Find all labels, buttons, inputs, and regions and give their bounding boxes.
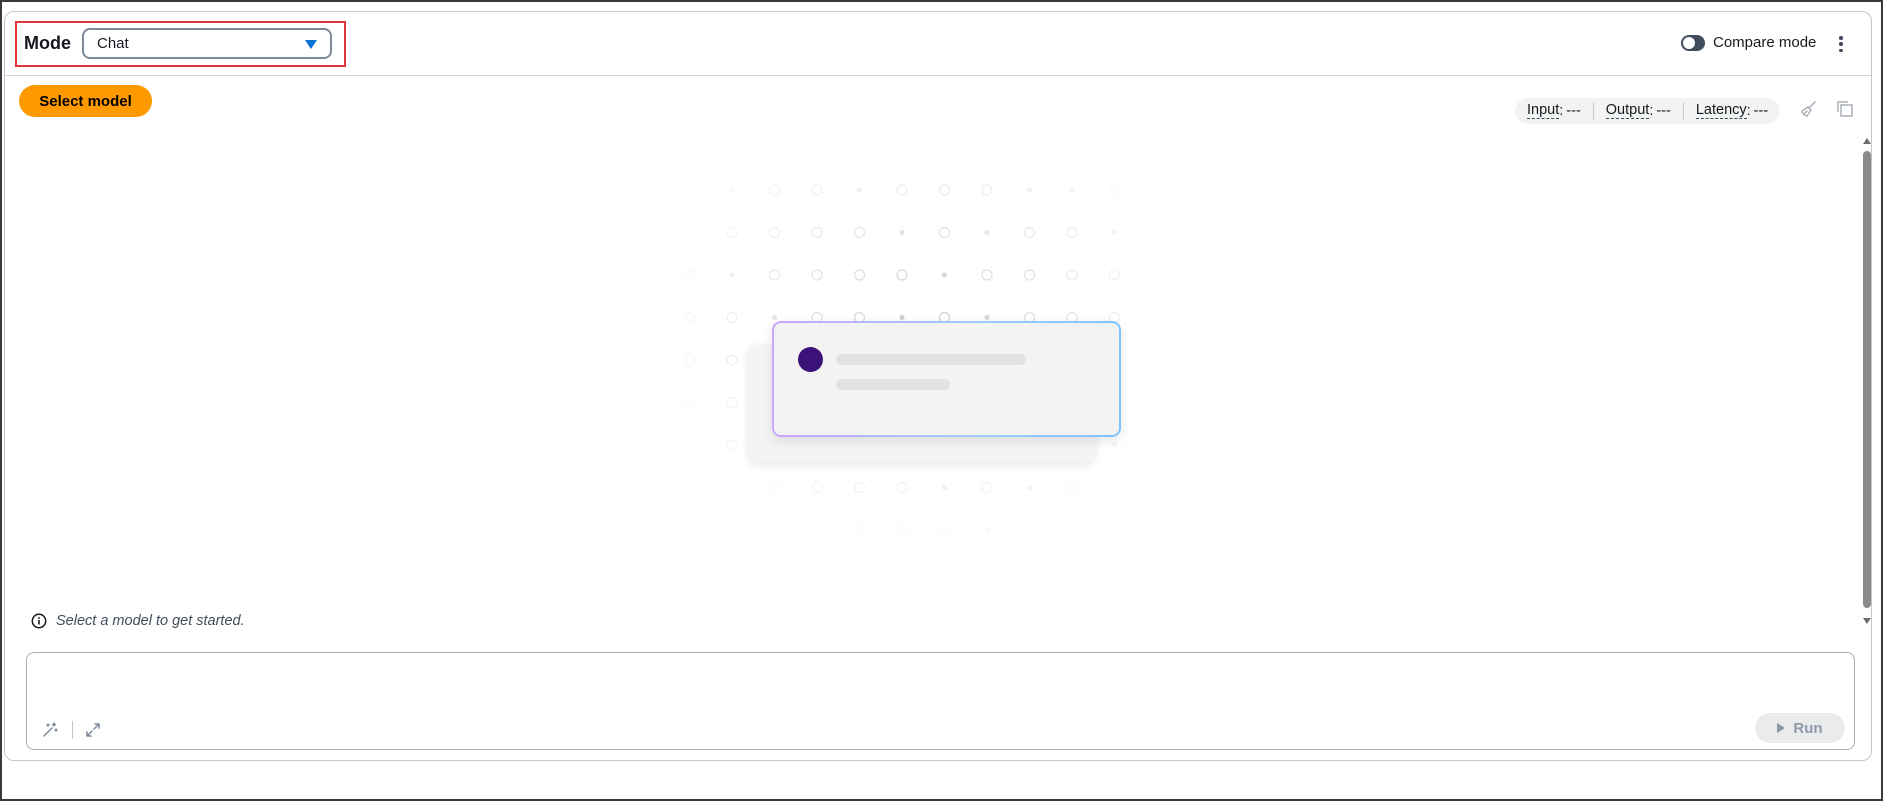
- copy-icon[interactable]: [1835, 99, 1855, 119]
- mode-select[interactable]: Chat: [82, 28, 332, 59]
- metric-latency-key[interactable]: Latency: [1695, 103, 1747, 119]
- grid-dot: [938, 184, 951, 196]
- scroll-thumb[interactable]: [1863, 151, 1871, 608]
- grid-dot: [726, 311, 738, 324]
- grid-dot: [896, 269, 908, 281]
- grid-dot: [856, 187, 863, 193]
- grid-dot: [768, 226, 781, 239]
- grid-dot: [1066, 269, 1078, 281]
- metrics-bar: Input: --- Output: --- Latency: ---: [1515, 98, 1781, 124]
- grid-dot: [853, 269, 866, 281]
- grid-dot: [729, 272, 735, 278]
- play-icon: [1777, 723, 1786, 733]
- empty-state-card-front: [772, 321, 1121, 437]
- prompt-box: Run: [26, 652, 1855, 750]
- grid-dot: [984, 527, 990, 533]
- prompt-input[interactable]: [37, 659, 1837, 707]
- grid-dot: [1026, 484, 1033, 491]
- grid-dot: [726, 226, 738, 239]
- scroll-up-icon[interactable]: [1863, 138, 1871, 144]
- mode-select-value: Chat: [97, 35, 129, 52]
- grid-dot: [984, 314, 990, 321]
- grid-dot: [1026, 187, 1033, 193]
- grid-dot: [981, 269, 993, 281]
- grid-dot: [1108, 269, 1121, 281]
- mode-label: Mode: [24, 33, 71, 53]
- grid-dot: [811, 226, 823, 239]
- info-message: Select a model to get started.: [31, 613, 245, 629]
- compare-mode-label: Compare mode: [1713, 34, 1817, 51]
- grid-dot: [811, 481, 823, 494]
- grid-dot: [938, 524, 951, 536]
- grid-dot: [1069, 187, 1075, 193]
- magic-wand-icon[interactable]: [41, 721, 59, 739]
- caret-down-icon: [305, 40, 317, 49]
- metric-output-value: ---: [1656, 103, 1671, 119]
- grid-dot: [1023, 269, 1036, 281]
- grid-dot: [1108, 184, 1121, 196]
- placeholder-line: [836, 354, 1026, 365]
- metric-output-key[interactable]: Output: [1605, 103, 1650, 119]
- grid-dot: [941, 272, 948, 278]
- metric-input: Input: ---: [1527, 102, 1581, 119]
- grid-dot: [768, 184, 781, 196]
- metric-output: Output: ---: [1592, 102, 1683, 120]
- grid-dot: [853, 481, 866, 494]
- grid-dot: [1066, 481, 1078, 494]
- grid-dot: [896, 184, 908, 196]
- grid-dot: [941, 484, 948, 491]
- select-model-button[interactable]: Select model: [19, 85, 152, 117]
- grid-dot: [771, 314, 778, 321]
- grid-dot: [683, 396, 696, 409]
- content-scrollbar[interactable]: [1860, 135, 1874, 635]
- toggle-switch-icon[interactable]: [1681, 34, 1705, 51]
- info-message-text: Select a model to get started.: [56, 613, 245, 629]
- metric-latency: Latency: ---: [1682, 102, 1780, 120]
- clear-icon[interactable]: [1799, 99, 1819, 119]
- metric-latency-value: ---: [1753, 103, 1769, 119]
- metric-input-value: ---: [1566, 103, 1581, 119]
- grid-dot: [729, 187, 735, 193]
- playground-header: Mode Chat Compare mode: [5, 12, 1871, 76]
- placeholder-line: [836, 379, 950, 390]
- grid-dot: [899, 314, 905, 321]
- grid-dot: [981, 481, 993, 494]
- grid-dot: [896, 481, 908, 494]
- grid-dot: [1066, 226, 1078, 239]
- grid-dot: [853, 226, 866, 239]
- avatar: [798, 347, 823, 372]
- grid-dot: [938, 226, 951, 239]
- expand-icon[interactable]: [84, 721, 102, 739]
- prompt-toolbar-divider: [72, 721, 73, 739]
- grid-dot: [683, 269, 696, 281]
- compare-mode-toggle[interactable]: Compare mode: [1681, 34, 1816, 51]
- grid-dot: [981, 184, 993, 196]
- info-icon: [31, 613, 47, 629]
- grid-dot: [683, 354, 696, 366]
- metric-input-key[interactable]: Input: [1527, 103, 1560, 119]
- grid-dot: [768, 481, 781, 494]
- grid-dot: [726, 354, 738, 366]
- grid-dot: [984, 229, 990, 236]
- grid-dot: [726, 396, 738, 409]
- scroll-down-icon[interactable]: [1863, 618, 1871, 624]
- page-frame: Mode Chat Compare mode Select model Inpu…: [0, 0, 1883, 801]
- grid-dot: [1111, 229, 1118, 236]
- grid-dot: [1111, 442, 1118, 448]
- grid-dot: [811, 269, 823, 281]
- grid-dot: [811, 184, 823, 196]
- more-options-icon[interactable]: [1837, 34, 1845, 54]
- grid-dot: [896, 524, 908, 536]
- playground-panel: Mode Chat Compare mode Select model Inpu…: [4, 11, 1872, 761]
- run-label: Run: [1793, 719, 1823, 737]
- grid-dot: [899, 229, 905, 236]
- grid-dot: [768, 269, 781, 281]
- grid-dot: [853, 524, 866, 536]
- grid-dot: [683, 311, 696, 324]
- grid-dot: [1023, 226, 1036, 239]
- run-button[interactable]: Run: [1755, 713, 1845, 743]
- grid-dot: [726, 439, 738, 451]
